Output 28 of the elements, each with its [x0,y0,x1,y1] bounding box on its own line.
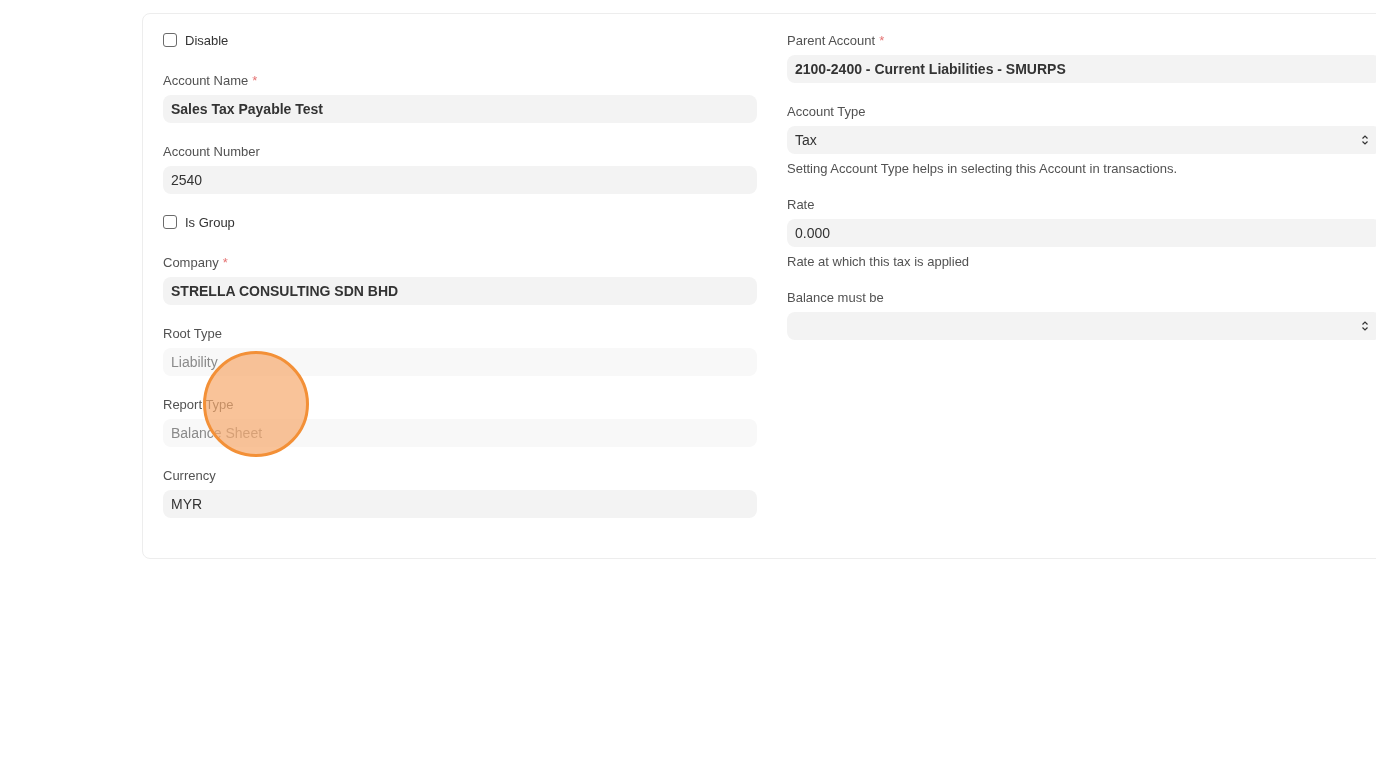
field-label: Parent Account [787,32,876,48]
select-field[interactable]: Tax [787,126,1376,154]
field-description: Rate at which this tax is applied [787,254,971,269]
input-field[interactable]: Sales Tax Payable Test [163,95,757,123]
required-mark: * [879,32,885,48]
field-description: Setting Account Type helps in selecting this Account in transactions. [787,161,1178,176]
input-field[interactable]: 2540 [163,166,757,194]
field-label: Balance must be [787,289,884,305]
checkbox[interactable] [163,33,177,47]
select-field[interactable] [787,312,1376,340]
input-field[interactable]: 0.000 [787,219,1376,247]
field-label: Root Type [163,325,223,341]
field-label: Currency [163,467,216,483]
field-label: Rate [787,196,815,212]
field-label: Account Name [163,72,249,88]
required-mark: * [252,72,258,88]
field-label: Company [163,254,219,270]
input-field[interactable]: MYR [163,490,757,518]
input-field[interactable]: 2100-2400 - Current Liabilities - SMURPS [787,55,1376,83]
field-label: Account Type [787,103,866,119]
checkbox[interactable] [163,215,177,229]
field-label: Account Number [163,143,260,159]
input-field[interactable]: STRELLA CONSULTING SDN BHD [163,277,757,305]
required-mark: * [222,254,228,270]
chevron-icon [1361,134,1369,146]
checkbox-label: Is Group [185,214,235,230]
checkbox-label: Disable [185,32,229,48]
chevron-icon [1361,320,1369,332]
